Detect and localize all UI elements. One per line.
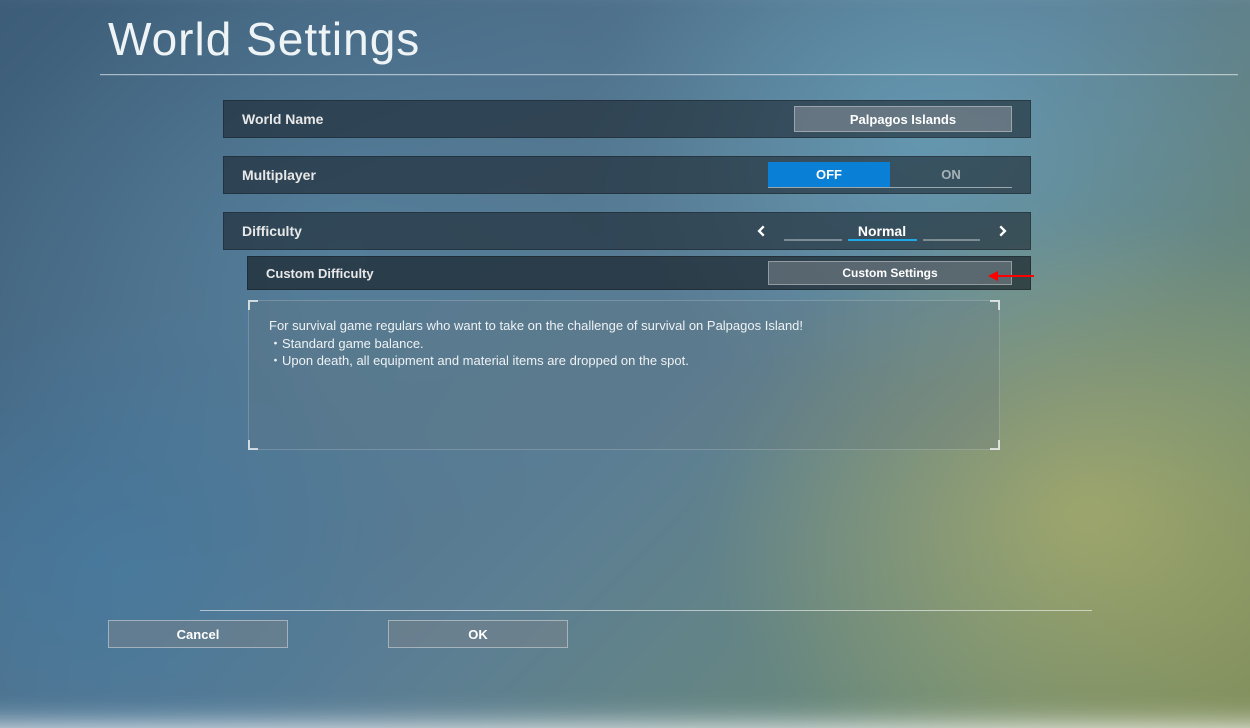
multiplayer-label: Multiplayer	[242, 167, 316, 183]
description-line-3: ・Upon death, all equipment and material …	[269, 352, 979, 370]
multiplayer-toggle: OFF ON	[768, 162, 1012, 188]
difficulty-label: Difficulty	[242, 223, 302, 239]
row-multiplayer: Multiplayer OFF ON	[223, 156, 1031, 194]
description-line-1: For survival game regulars who want to t…	[269, 317, 979, 335]
row-difficulty: Difficulty Normal	[223, 212, 1031, 250]
world-name-label: World Name	[242, 111, 323, 127]
custom-settings-button[interactable]: Custom Settings	[768, 261, 1012, 285]
footer-buttons: Cancel OK	[108, 620, 568, 648]
settings-panel: World Name Palpagos Islands Multiplayer …	[223, 100, 1031, 302]
multiplayer-on-option[interactable]: ON	[890, 162, 1012, 187]
description-line-2: ・Standard game balance.	[269, 335, 979, 353]
difficulty-value: Normal	[858, 223, 906, 239]
difficulty-description-box: For survival game regulars who want to t…	[248, 300, 1000, 450]
ok-button[interactable]: OK	[388, 620, 568, 648]
custom-difficulty-label: Custom Difficulty	[266, 266, 374, 281]
row-custom-difficulty: Custom Difficulty Custom Settings	[247, 256, 1031, 290]
world-name-field[interactable]: Palpagos Islands	[794, 106, 1012, 132]
difficulty-selector: Normal	[752, 221, 1012, 241]
chevron-left-icon[interactable]	[752, 221, 772, 241]
difficulty-track: Normal	[784, 221, 980, 241]
multiplayer-off-option[interactable]: OFF	[768, 162, 890, 187]
title-divider	[100, 74, 1238, 76]
page-title: World Settings	[108, 12, 420, 66]
cancel-button[interactable]: Cancel	[108, 620, 288, 648]
row-world-name: World Name Palpagos Islands	[223, 100, 1031, 138]
chevron-right-icon[interactable]	[992, 221, 1012, 241]
annotation-arrow-icon	[988, 271, 1034, 281]
footer-divider	[200, 610, 1092, 611]
world-settings-page: World Settings World Name Palpagos Islan…	[0, 0, 1250, 700]
